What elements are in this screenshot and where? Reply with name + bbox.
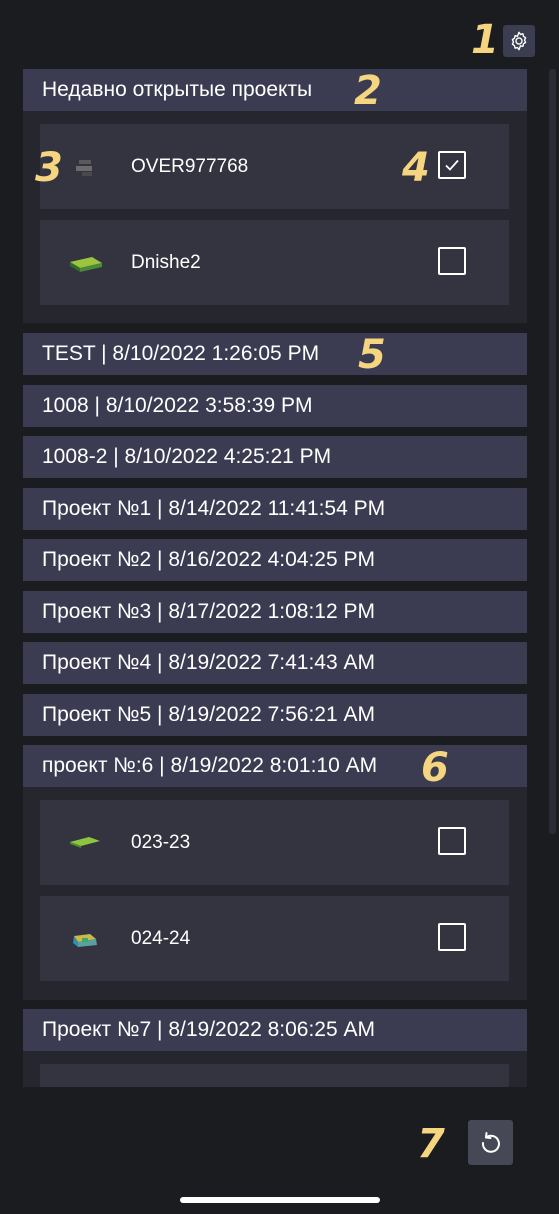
project-title: 1008-2 | 8/10/2022 4:25:21 PM <box>42 445 332 468</box>
project-6-panel: 023-23 024-24 <box>23 787 527 1000</box>
model-checkbox[interactable] <box>438 151 466 179</box>
annotation-marker-6: 6 <box>421 745 449 791</box>
model-name: 023-23 <box>131 832 191 853</box>
green-plate-thumbnail <box>70 837 100 848</box>
annotation-marker-2: 2 <box>354 69 382 114</box>
annotation-marker-1: 1 <box>471 17 499 63</box>
project-list[interactable]: Недавно открытые проекты 2 OVER977768 Dn <box>0 69 559 1087</box>
project-header-expanded[interactable]: Проект №7 | 8/19/2022 8:06:25 AM <box>23 1009 527 1051</box>
dark-model-thumbnail <box>76 160 92 176</box>
green-block-thumbnail <box>70 257 102 272</box>
project-title: Проект №7 | 8/19/2022 8:06:25 AM <box>42 1018 375 1041</box>
project-title: Проект №2 | 8/16/2022 4:04:25 PM <box>42 548 375 571</box>
recent-projects-panel: OVER977768 Dnishe2 <box>23 111 527 323</box>
model-name: Dnishe2 <box>131 252 201 273</box>
project-header[interactable]: Проект №2 | 8/16/2022 4:04:25 PM <box>23 539 527 581</box>
project-header-expanded[interactable]: проект №:6 | 8/19/2022 8:01:10 AM <box>23 745 527 787</box>
project-header[interactable]: TEST | 8/10/2022 1:26:05 PM <box>23 333 527 375</box>
annotation-marker-7: 7 <box>417 1121 445 1167</box>
project-header[interactable]: 1008-2 | 8/10/2022 4:25:21 PM <box>23 436 527 478</box>
project-header[interactable]: Проект №3 | 8/17/2022 1:08:12 PM <box>23 591 527 633</box>
project-7-panel <box>23 1051 527 1087</box>
mixed-model-thumbnail <box>73 934 97 947</box>
project-title: проект №:6 | 8/19/2022 8:01:10 AM <box>42 754 378 777</box>
model-checkbox[interactable] <box>438 247 466 275</box>
annotation-marker-4: 4 <box>402 145 430 191</box>
model-name: OVER977768 <box>131 156 249 177</box>
scrollbar[interactable] <box>549 69 556 834</box>
model-name: 024-24 <box>131 928 191 949</box>
project-title: Проект №1 | 8/14/2022 11:41:54 PM <box>42 497 386 520</box>
home-indicator[interactable] <box>180 1197 380 1203</box>
project-title: Проект №4 | 8/19/2022 7:41:43 AM <box>42 651 375 674</box>
settings-button[interactable] <box>503 25 535 57</box>
project-header[interactable]: Проект №5 | 8/19/2022 7:56:21 AM <box>23 694 527 736</box>
gear-icon <box>511 31 527 51</box>
project-title: TEST | 8/10/2022 1:26:05 PM <box>42 342 320 365</box>
project-header[interactable]: Проект №4 | 8/19/2022 7:41:43 AM <box>23 642 527 684</box>
reset-button[interactable] <box>468 1120 513 1165</box>
project-header[interactable]: 1008 | 8/10/2022 3:58:39 PM <box>23 385 527 427</box>
project-header[interactable]: Проект №1 | 8/14/2022 11:41:54 PM <box>23 488 527 530</box>
recent-projects-title: Недавно открытые проекты <box>42 78 313 101</box>
annotation-marker-5: 5 <box>358 332 386 378</box>
model-item-partial[interactable] <box>40 1064 509 1087</box>
reset-icon <box>481 1131 500 1153</box>
model-item-over977768[interactable]: OVER977768 <box>40 124 509 209</box>
model-checkbox[interactable] <box>438 827 466 855</box>
project-title: 1008 | 8/10/2022 3:58:39 PM <box>42 394 313 417</box>
model-item-dnishe2[interactable]: Dnishe2 <box>40 220 509 305</box>
recent-projects-header[interactable]: Недавно открытые проекты <box>23 69 527 111</box>
model-checkbox[interactable] <box>438 923 466 951</box>
annotation-marker-3: 3 <box>35 145 63 191</box>
model-item-024-24[interactable]: 024-24 <box>40 896 509 981</box>
project-title: Проект №5 | 8/19/2022 7:56:21 AM <box>42 703 375 726</box>
model-item-023-23[interactable]: 023-23 <box>40 800 509 885</box>
checkmark-icon <box>445 159 459 171</box>
project-title: Проект №3 | 8/17/2022 1:08:12 PM <box>42 600 375 623</box>
